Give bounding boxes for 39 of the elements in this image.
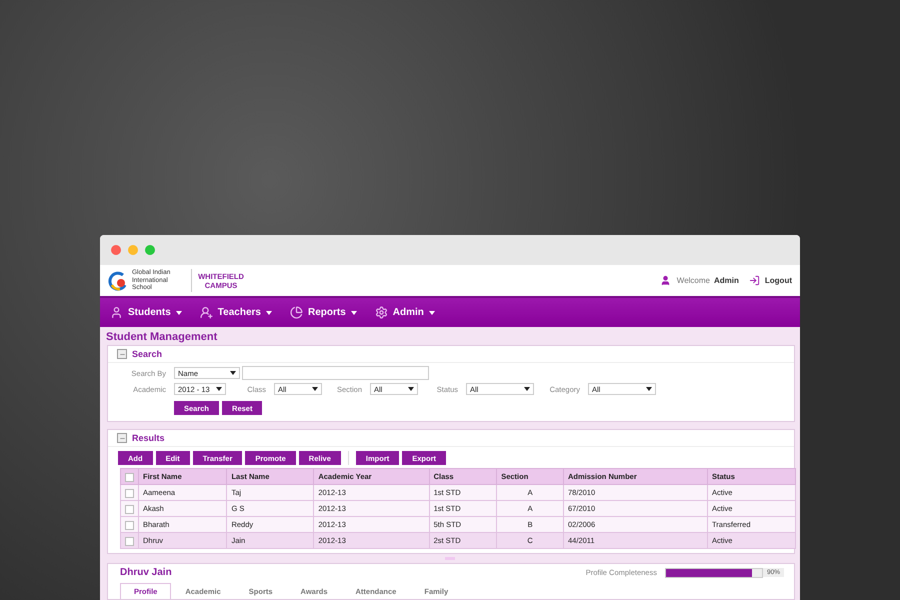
row-checkbox[interactable] <box>125 488 134 498</box>
dropdown-caret-icon <box>312 387 318 391</box>
welcome-text: Welcome <box>676 276 710 285</box>
nav-menu-item[interactable]: Teachers <box>200 306 272 319</box>
dropdown-caret-icon <box>408 387 414 391</box>
caret-icon <box>428 310 435 314</box>
close-dot[interactable] <box>111 245 121 255</box>
student-name: Dhruv Jain <box>120 567 172 578</box>
logout-link[interactable]: Logout <box>764 276 792 285</box>
collapse-toggle[interactable] <box>117 433 127 443</box>
user-icon <box>660 275 671 286</box>
dropdown-caret-icon <box>216 387 222 391</box>
row-checkbox[interactable] <box>125 504 134 514</box>
panel-title: Results <box>132 433 165 443</box>
nav-menu-item[interactable]: Admin <box>374 306 435 319</box>
row-checkbox[interactable] <box>125 536 134 546</box>
nav-menu-item[interactable]: Reports <box>290 306 357 319</box>
page-title: Student Management <box>105 330 218 345</box>
caret-icon <box>176 310 182 314</box>
maximize-dot[interactable] <box>145 245 155 255</box>
select-all-checkbox[interactable] <box>125 472 134 482</box>
caret-icon <box>266 310 272 314</box>
row-checkbox[interactable] <box>125 520 134 530</box>
user-name: Admin <box>714 276 739 285</box>
logo-icon <box>108 270 128 290</box>
minimize-dot[interactable] <box>128 245 138 255</box>
collapse-toggle[interactable] <box>117 349 127 359</box>
settings-icon <box>374 306 388 319</box>
dropdown-caret-icon <box>646 387 652 391</box>
pie-chart-icon <box>290 306 303 319</box>
person-add-icon <box>200 306 213 319</box>
logout-icon <box>748 275 760 286</box>
dropdown-caret-icon <box>524 387 530 391</box>
person-icon <box>110 306 123 319</box>
dropdown-caret-icon <box>230 371 236 375</box>
panel-title: Search <box>132 349 162 359</box>
nav-menu-item[interactable]: Students <box>110 306 182 319</box>
search-input[interactable] <box>242 366 429 380</box>
caret-icon <box>350 310 357 314</box>
